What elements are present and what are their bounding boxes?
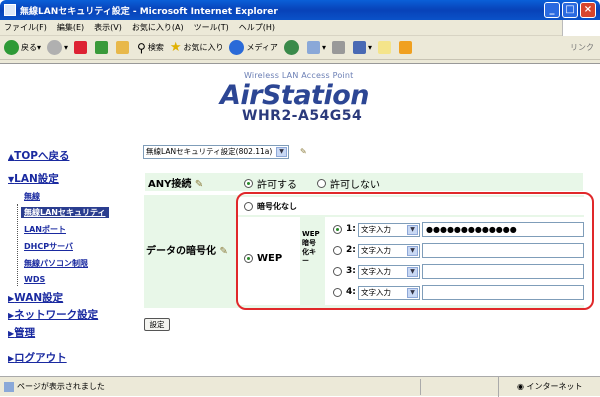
forward-button[interactable]: ▾ xyxy=(47,40,68,55)
nav-lan-dhcp[interactable]: DHCPサーバ xyxy=(24,241,73,252)
nav-wan[interactable]: ▶WAN設定 xyxy=(8,290,63,305)
help-icon[interactable]: ✎ xyxy=(300,147,312,157)
forward-arrow-icon xyxy=(47,40,63,55)
history-button[interactable] xyxy=(283,40,301,55)
help-icon[interactable]: ✎ xyxy=(219,246,227,257)
nav-logout[interactable]: ▶ログアウト xyxy=(8,350,67,365)
nav-lan-pc-restrict[interactable]: 無線パソコン制限 xyxy=(24,258,88,269)
back-button[interactable]: 戻る ▾ xyxy=(4,40,41,55)
globe-icon: ◉ xyxy=(517,382,524,391)
submit-button[interactable]: 設定 xyxy=(144,318,170,331)
nav-lan[interactable]: ▼LAN設定 xyxy=(8,171,59,186)
any-allow-radio[interactable]: 許可する xyxy=(244,176,297,191)
window-titlebar: 無線LANセキュリティ設定 - Microsoft Internet Explo… xyxy=(0,0,600,20)
mail-icon xyxy=(306,41,320,54)
history-icon xyxy=(283,40,299,55)
refresh-button[interactable] xyxy=(95,41,110,54)
windows-logo-icon xyxy=(562,20,600,36)
page-icon xyxy=(4,381,14,392)
menu-help[interactable]: ヘルプ(H) xyxy=(239,22,275,33)
mail-button[interactable]: ▾ xyxy=(306,41,326,54)
links-label[interactable]: リンク xyxy=(570,42,594,53)
home-icon xyxy=(116,41,130,54)
status-bar: ページが表示されました ◉ インターネット xyxy=(0,376,600,397)
home-button[interactable] xyxy=(116,41,131,54)
window-title: 無線LANセキュリティ設定 - Microsoft Internet Explo… xyxy=(20,6,278,17)
search-icon: ⚲ xyxy=(137,40,146,55)
messenger-button[interactable] xyxy=(398,41,414,54)
stop-icon xyxy=(74,41,88,54)
page-content: Wireless LAN Access Point AirStation WHR… xyxy=(0,63,600,376)
model-name: WHR2-A54G54 xyxy=(242,108,363,124)
print-button[interactable] xyxy=(331,41,347,54)
refresh-icon xyxy=(95,41,109,54)
menu-file[interactable]: ファイル(F) xyxy=(4,22,47,33)
note-icon xyxy=(377,41,391,54)
highlight-annotation xyxy=(236,192,594,310)
search-button[interactable]: ⚲ 検索 xyxy=(137,41,164,55)
print-icon xyxy=(331,41,345,54)
favorites-button[interactable]: ★ お気に入り xyxy=(170,40,224,55)
menu-tools[interactable]: ツール(T) xyxy=(194,22,229,33)
menu-edit[interactable]: 編集(E) xyxy=(57,22,84,33)
nav-lan-wds[interactable]: WDS xyxy=(24,275,45,284)
edit-button[interactable]: ▾ xyxy=(352,41,372,54)
discuss-button[interactable] xyxy=(377,41,393,54)
nav-lan-security[interactable]: 無線LANセキュリティ xyxy=(21,207,109,218)
logo-subtitle: Wireless LAN Access Point xyxy=(244,71,354,80)
nav-lan-wireless[interactable]: 無線 xyxy=(24,191,40,202)
security-mode-select[interactable]: 無線LANセキュリティ設定(802.11a) ▼ xyxy=(143,145,289,159)
star-icon: ★ xyxy=(169,40,182,55)
nav-admin[interactable]: ▶管理 xyxy=(8,325,35,340)
maximize-button[interactable]: □ xyxy=(562,2,578,18)
any-connection-label: ANY接続 ✎ xyxy=(148,179,204,190)
encryption-label: データの暗号化 ✎ xyxy=(146,246,228,257)
zone-indicator: ◉ インターネット xyxy=(498,377,583,397)
minimize-button[interactable]: _ xyxy=(544,2,560,18)
nav-top[interactable]: ▲TOPへ戻る xyxy=(8,148,69,163)
menu-view[interactable]: 表示(V) xyxy=(94,22,122,33)
any-deny-radio[interactable]: 許可しない xyxy=(317,176,380,191)
media-button[interactable]: メディア xyxy=(229,40,278,55)
menu-favorites[interactable]: お気に入り(A) xyxy=(132,22,184,33)
menu-bar: ファイル(F) 編集(E) 表示(V) お気に入り(A) ツール(T) ヘルプ(… xyxy=(0,20,600,36)
messenger-icon xyxy=(398,41,412,54)
chevron-down-icon: ▼ xyxy=(276,147,287,157)
help-icon[interactable]: ✎ xyxy=(195,179,203,190)
airstation-logo: AirStation xyxy=(220,80,369,111)
toolbar: 戻る ▾ ▾ ⚲ 検索 ★ お気に入り メディア ▾ ▾ リンク xyxy=(0,36,600,60)
ie-icon xyxy=(4,4,16,16)
media-icon xyxy=(229,40,245,55)
stop-button[interactable] xyxy=(74,41,89,54)
back-arrow-icon xyxy=(4,40,19,55)
word-icon xyxy=(352,41,366,54)
close-button[interactable]: × xyxy=(580,2,596,18)
nav-lan-port[interactable]: LANポート xyxy=(24,224,66,235)
status-text: ページが表示されました xyxy=(17,382,105,391)
nav-network[interactable]: ▶ネットワーク設定 xyxy=(8,307,98,322)
